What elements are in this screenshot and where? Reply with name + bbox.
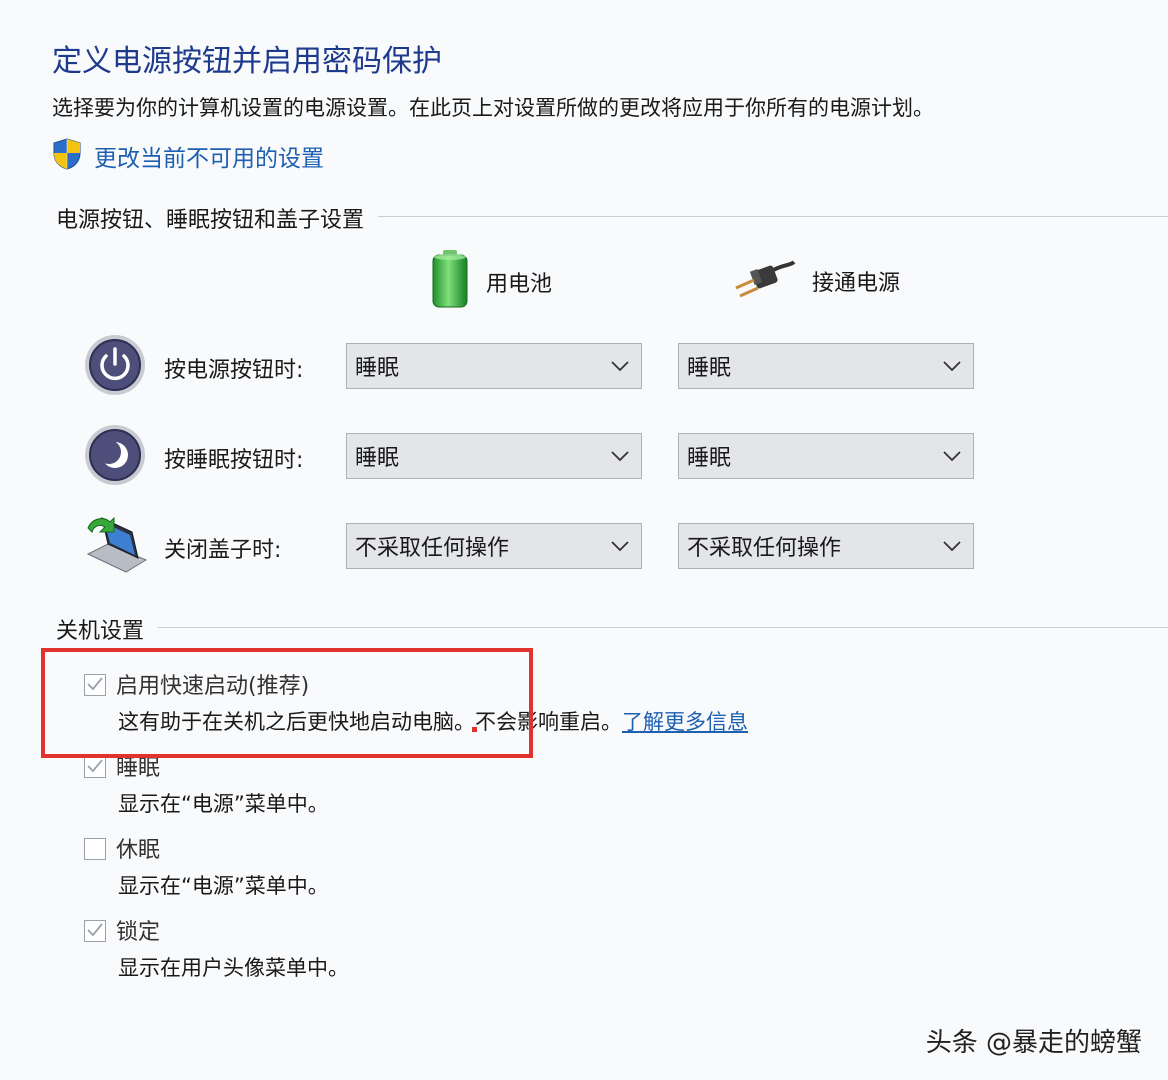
buttons-section-heading: 电源按钮、睡眠按钮和盖子设置 <box>56 202 379 234</box>
lid-close-plugged-dropdown[interactable]: 不采取任何操作 <box>678 523 974 569</box>
sleep-button-label: 按睡眠按钮时: <box>164 448 304 473</box>
chevron-down-icon <box>611 357 629 376</box>
chevron-down-icon <box>611 447 629 466</box>
lock-option-description: 显示在用户头像菜单中。 <box>118 956 349 980</box>
shutdown-section-heading: 关机设置 <box>56 613 159 645</box>
sleep-button-battery-dropdown[interactable]: 睡眠 <box>346 433 642 479</box>
power-button-battery-dropdown[interactable]: 睡眠 <box>346 343 642 389</box>
change-link-label: 更改当前不可用的设置 <box>94 146 324 172</box>
lock-checkbox[interactable] <box>84 920 106 942</box>
sleep-button-plugged-dropdown[interactable]: 睡眠 <box>678 433 974 479</box>
lock-option-label: 锁定 <box>116 920 161 945</box>
sleep-option-description: 显示在“电源”菜单中。 <box>118 792 329 816</box>
hibernate-option-description: 显示在“电源”菜单中。 <box>118 874 329 898</box>
highlight-annotation-box <box>41 648 533 758</box>
checkmark-icon <box>87 758 103 777</box>
dropdown-value: 不采取任何操作 <box>687 536 842 561</box>
dropdown-value: 睡眠 <box>355 356 400 381</box>
uac-shield-icon <box>52 138 82 174</box>
dropdown-value: 睡眠 <box>687 446 732 471</box>
power-plug-icon <box>732 254 796 308</box>
power-button-plugged-dropdown[interactable]: 睡眠 <box>678 343 974 389</box>
hibernate-checkbox[interactable] <box>84 838 106 860</box>
sleep-button-icon <box>84 424 146 486</box>
section-divider <box>56 627 1168 628</box>
learn-more-link[interactable]: 了解更多信息 <box>622 710 748 734</box>
checkmark-icon <box>87 922 103 941</box>
lid-close-battery-dropdown[interactable]: 不采取任何操作 <box>346 523 642 569</box>
column-label-battery: 用电池 <box>486 272 553 297</box>
chevron-down-icon <box>943 537 961 556</box>
power-button-label: 按电源按钮时: <box>164 358 304 383</box>
column-label-plugged-in: 接通电源 <box>812 271 901 296</box>
dropdown-value: 睡眠 <box>355 446 400 471</box>
laptop-lid-icon <box>82 514 148 576</box>
dropdown-value: 睡眠 <box>687 356 732 381</box>
watermark: 头条 @暴走的螃蟹 <box>925 1028 1142 1058</box>
page-subtitle: 选择要为你的计算机设置的电源设置。在此页上对设置所做的更改将应用于你所有的电源计… <box>52 96 934 120</box>
chevron-down-icon <box>611 537 629 556</box>
chevron-down-icon <box>943 447 961 466</box>
hibernate-option-label: 休眠 <box>116 838 161 863</box>
dropdown-value: 不采取任何操作 <box>355 536 510 561</box>
page-title: 定义电源按钮并启用密码保护 <box>52 44 442 79</box>
battery-icon <box>430 248 470 316</box>
change-unavailable-settings-link[interactable]: 更改当前不可用的设置 <box>52 138 324 174</box>
power-button-icon <box>84 334 146 396</box>
lid-close-label: 关闭盖子时: <box>164 538 282 563</box>
chevron-down-icon <box>943 357 961 376</box>
sleep-checkbox[interactable] <box>84 756 106 778</box>
column-header-plugged-in: 接通电源 <box>732 254 900 308</box>
column-header-battery: 用电池 <box>430 248 552 316</box>
